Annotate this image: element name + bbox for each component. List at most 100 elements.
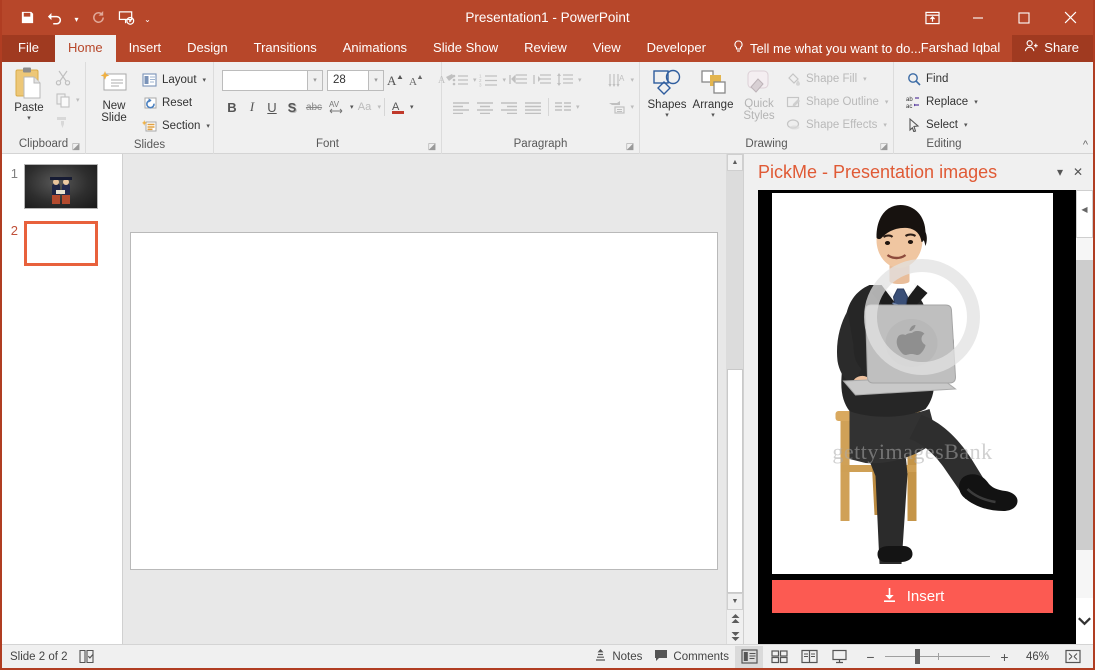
tab-view[interactable]: View (580, 35, 634, 62)
accessibility-checker-icon[interactable] (78, 649, 95, 664)
paste-button[interactable]: Paste ▾ (6, 65, 52, 136)
undo-icon[interactable] (42, 5, 68, 31)
shape-effects-button[interactable]: Shape Effects ▾ (782, 113, 893, 136)
pickme-scroll-track[interactable] (1076, 238, 1093, 598)
fit-to-window-button[interactable] (1059, 646, 1087, 668)
layout-button[interactable]: Layout ▾ (138, 68, 215, 91)
next-slide-button[interactable] (727, 627, 743, 644)
find-button[interactable]: Find (902, 67, 983, 90)
arrange-button[interactable]: Arrange ▾ (690, 66, 736, 136)
decrease-indent-button[interactable] (506, 69, 530, 91)
share-button[interactable]: Share (1012, 35, 1093, 62)
scroll-track[interactable] (727, 171, 743, 593)
pickme-scroll-thumb[interactable] (1076, 260, 1093, 550)
slide-show-button[interactable] (825, 646, 853, 668)
zoom-slider-handle[interactable] (915, 649, 920, 664)
tab-developer[interactable]: Developer (634, 35, 719, 62)
pickme-panel-menu-icon[interactable]: ▾ (1051, 161, 1069, 183)
zoom-level-label[interactable]: 46% (1019, 651, 1049, 663)
align-left-button[interactable] (449, 96, 473, 118)
paragraph-dialog-launcher[interactable]: ◪ (625, 142, 635, 152)
tab-file[interactable]: File (2, 35, 55, 62)
paste-dropdown-icon[interactable]: ▾ (27, 115, 31, 123)
decrease-font-size-button[interactable]: A (408, 69, 426, 91)
reading-view-button[interactable] (795, 646, 823, 668)
zoom-in-button[interactable]: + (997, 648, 1012, 666)
tab-home[interactable]: Home (54, 35, 116, 62)
normal-view-button[interactable] (735, 645, 763, 668)
ribbon-display-options-icon[interactable] (909, 0, 955, 35)
minimize-icon[interactable] (955, 0, 1001, 35)
scroll-up-button[interactable]: ▲ (727, 154, 743, 171)
font-size-dropdown-icon[interactable]: ▾ (369, 69, 384, 91)
arrange-dropdown-icon[interactable]: ▾ (711, 112, 715, 120)
shapes-button[interactable]: Shapes ▾ (644, 66, 690, 136)
start-presentation-icon[interactable] (113, 5, 139, 31)
increase-indent-button[interactable] (530, 69, 554, 91)
character-spacing-button[interactable]: AV ▾ (326, 96, 354, 118)
save-icon[interactable] (14, 5, 40, 31)
drawing-dialog-launcher[interactable]: ◪ (879, 142, 889, 152)
slide-indicator[interactable]: Slide 2 of 2 (10, 651, 68, 663)
italic-button[interactable]: I (242, 96, 262, 118)
strikethrough-button[interactable]: abc (302, 96, 326, 118)
shapes-dropdown-icon[interactable]: ▾ (665, 112, 669, 120)
insert-image-button[interactable]: Insert (772, 580, 1053, 613)
scroll-thumb[interactable] (727, 369, 743, 593)
bold-button[interactable]: B (222, 96, 242, 118)
thumbnail-item[interactable]: 2 (2, 221, 122, 278)
tab-design[interactable]: Design (174, 35, 240, 62)
canvas-vertical-scrollbar[interactable]: ▲ ▼ (726, 154, 743, 644)
close-icon[interactable] (1047, 0, 1093, 35)
copy-button[interactable]: ▾ (52, 89, 80, 111)
slide-thumbnail-2[interactable] (24, 221, 98, 266)
replace-button[interactable]: ab ac Replace ▾ (902, 90, 983, 113)
pickme-panel-close-icon[interactable]: ✕ (1069, 161, 1087, 183)
font-name-input[interactable] (222, 69, 308, 91)
increase-font-size-button[interactable]: A (387, 69, 405, 91)
shape-fill-button[interactable]: Shape Fill ▾ (782, 67, 893, 90)
pickme-panel-scrollbar[interactable]: ◀ (1076, 190, 1093, 644)
redo-icon[interactable] (85, 5, 111, 31)
customize-qat-icon[interactable]: ⌄ (141, 5, 154, 31)
font-size-input[interactable]: 28 (327, 69, 369, 91)
businessman-with-laptop-photo[interactable]: gettyimagesBank (772, 193, 1053, 574)
tell-me-search[interactable]: Tell me what you want to do... (719, 35, 931, 62)
cut-button[interactable] (52, 67, 74, 89)
columns-button[interactable]: ▾ (552, 96, 580, 118)
text-shadow-button[interactable]: S (282, 96, 302, 118)
thumbnail-item[interactable]: 1 (2, 164, 122, 221)
change-case-button[interactable]: Aa ▾ (354, 96, 381, 118)
text-direction-button[interactable]: A ▾ (606, 69, 634, 91)
zoom-slider[interactable] (885, 648, 990, 666)
quick-styles-button[interactable]: Quick Styles (736, 66, 782, 136)
tab-transitions[interactable]: Transitions (241, 35, 330, 62)
numbering-button[interactable]: 123 ▾ (477, 69, 506, 91)
slide-sorter-button[interactable] (765, 646, 793, 668)
scroll-down-button[interactable]: ▼ (727, 593, 743, 610)
maximize-icon[interactable] (1001, 0, 1047, 35)
clipboard-dialog-launcher[interactable]: ◪ (71, 142, 81, 152)
font-color-button[interactable]: A ▾ (388, 96, 414, 118)
shape-outline-button[interactable]: Shape Outline ▾ (782, 90, 893, 113)
notes-button[interactable]: Notes (588, 647, 648, 667)
bullets-button[interactable]: ▾ (449, 69, 477, 91)
select-button[interactable]: Select ▾ (902, 113, 983, 136)
tab-animations[interactable]: Animations (330, 35, 420, 62)
format-painter-button[interactable] (52, 111, 74, 133)
slide-thumbnail-1[interactable] (24, 164, 98, 209)
undo-dropdown-icon[interactable]: ▾ (70, 5, 83, 31)
previous-slide-button[interactable] (727, 610, 743, 627)
pickme-scroll-prev-button[interactable]: ◀ (1076, 190, 1093, 238)
line-spacing-button[interactable]: ▾ (554, 69, 582, 91)
reset-button[interactable]: Reset (138, 91, 215, 114)
collapse-ribbon-button[interactable]: ^ (1083, 139, 1088, 151)
slide-editing-surface[interactable] (130, 232, 718, 570)
pickme-scroll-next-button[interactable] (1076, 598, 1093, 644)
tab-review[interactable]: Review (511, 35, 580, 62)
font-name-dropdown-icon[interactable]: ▾ (308, 69, 323, 91)
section-button[interactable]: Section ▾ (138, 114, 215, 137)
account-user-name[interactable]: Farshad Iqbal (909, 35, 1013, 62)
comments-button[interactable]: Comments (648, 647, 735, 667)
align-right-button[interactable] (497, 96, 521, 118)
